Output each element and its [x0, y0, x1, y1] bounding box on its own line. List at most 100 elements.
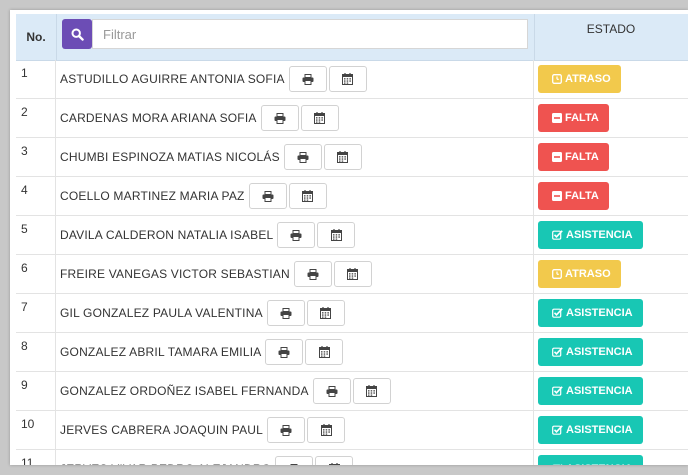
student-cell: ASTUDILLO AGUIRRE ANTONIA SOFIA	[56, 60, 534, 98]
status-badge-asistencia[interactable]: ASISTENCIA	[538, 338, 643, 366]
status-badge-atraso[interactable]: ATRASO	[538, 65, 621, 93]
calendar-button[interactable]	[315, 456, 354, 465]
calendar-button[interactable]	[300, 105, 339, 131]
print-button[interactable]	[283, 144, 322, 170]
row-number: 10	[16, 411, 56, 449]
status-label: ASISTENCIA	[566, 346, 633, 358]
student-cell: COELLO MARTINEZ MARIA PAZ	[56, 177, 534, 215]
calendar-icon	[302, 190, 314, 202]
print-button[interactable]	[266, 300, 305, 326]
calendar-button[interactable]	[288, 183, 327, 209]
calendar-icon	[366, 385, 378, 397]
print-button[interactable]	[293, 261, 332, 287]
student-name: COELLO MARTINEZ MARIA PAZ	[60, 189, 245, 203]
status-label: ASISTENCIA	[566, 307, 633, 319]
calendar-button[interactable]	[307, 417, 346, 443]
status-cell: ATRASO	[534, 60, 688, 98]
table-row: 5 DAVILA CALDERON NATALIA ISABEL ASISTENCI…	[16, 216, 688, 255]
student-name: ASTUDILLO AGUIRRE ANTONIA SOFIA	[60, 72, 285, 86]
calendar-button[interactable]	[305, 339, 344, 365]
student-name: JERVES CABRERA JOAQUIN PAUL	[60, 423, 264, 437]
row-number: 6	[16, 255, 56, 293]
clock-icon	[552, 74, 562, 84]
table-row: 9 GONZALEZ ORDOÑEZ ISABEL FERNANDA ASISTEN…	[16, 372, 688, 411]
status-cell: FALTA	[534, 99, 688, 137]
student-name: FREIRE VANEGAS VICTOR SEBASTIAN	[60, 267, 290, 281]
student-name: CHUMBI ESPINOZA MATIAS NICOLÁS	[60, 150, 280, 164]
calendar-icon	[318, 346, 330, 358]
status-label: ASISTENCIA	[566, 424, 633, 436]
status-label: ASISTENCIA	[566, 385, 633, 397]
row-number: 9	[16, 372, 56, 410]
calendar-button[interactable]	[323, 144, 362, 170]
status-badge-asistencia[interactable]: ASISTENCIA	[538, 416, 643, 444]
calendar-button[interactable]	[352, 378, 391, 404]
status-badge-asistencia[interactable]: ASISTENCIA	[538, 455, 643, 465]
student-cell: FREIRE VANEGAS VICTOR SEBASTIAN	[56, 255, 534, 293]
student-cell: CHUMBI ESPINOZA MATIAS NICOLÁS	[56, 138, 534, 176]
print-button[interactable]	[265, 339, 304, 365]
row-number: 5	[16, 216, 56, 254]
status-badge-asistencia[interactable]: ASISTENCIA	[538, 221, 643, 249]
status-label: ASISTENCIA	[566, 229, 633, 241]
status-badge-falta[interactable]: FALTA	[538, 182, 609, 210]
column-header-estado: ESTADO	[586, 22, 636, 36]
calendar-icon	[342, 73, 354, 85]
search-button[interactable]	[62, 19, 92, 49]
print-button[interactable]	[312, 378, 351, 404]
calendar-icon	[337, 151, 349, 163]
clock-icon	[552, 269, 562, 279]
status-badge-atraso[interactable]: ATRASO	[538, 260, 621, 288]
student-name: JERVES VIVAR PEDRO ALEJANDRO	[60, 462, 271, 465]
calendar-icon	[320, 307, 332, 319]
status-cell: ASISTENCIA	[534, 372, 688, 410]
status-badge-falta[interactable]: FALTA	[538, 104, 609, 132]
row-number: 11	[16, 450, 56, 465]
calendar-icon	[328, 463, 340, 465]
status-cell: ATRASO	[534, 255, 688, 293]
row-number: 4	[16, 177, 56, 215]
table-row: 7 GIL GONZALEZ PAULA VALENTINA ASISTENCIA	[16, 294, 688, 333]
student-cell: JERVES VIVAR PEDRO ALEJANDRO	[56, 450, 534, 465]
student-name: DAVILA CALDERON NATALIA ISABEL	[60, 228, 274, 242]
calendar-button[interactable]	[328, 66, 367, 92]
attendance-table: No. ESTADO 1 ASTUDILLO AGUIRRE ANTONIA SO…	[10, 10, 688, 465]
print-button[interactable]	[277, 222, 316, 248]
print-icon	[280, 307, 292, 319]
column-header-no: No.	[16, 14, 57, 60]
print-button[interactable]	[275, 456, 314, 465]
calendar-button[interactable]	[333, 261, 372, 287]
print-button[interactable]	[267, 417, 306, 443]
table-row: 6 FREIRE VANEGAS VICTOR SEBASTIAN ATRASO	[16, 255, 688, 294]
print-icon	[274, 112, 286, 124]
print-button[interactable]	[248, 183, 287, 209]
minus-square-icon	[552, 191, 562, 201]
print-button[interactable]	[260, 105, 299, 131]
table-header: No. ESTADO	[16, 14, 688, 61]
status-badge-asistencia[interactable]: ASISTENCIA	[538, 377, 643, 405]
search-input[interactable]	[92, 19, 528, 49]
status-badge-falta[interactable]: FALTA	[538, 143, 609, 171]
status-label: ATRASO	[565, 73, 611, 85]
status-cell: ASISTENCIA	[534, 333, 688, 371]
calendar-icon	[330, 229, 342, 241]
status-cell: ASISTENCIA	[534, 216, 688, 254]
status-cell: ASISTENCIA	[534, 450, 688, 465]
status-label: FALTA	[565, 190, 599, 202]
status-cell: FALTA	[534, 138, 688, 176]
status-badge-asistencia[interactable]: ASISTENCIA	[538, 299, 643, 327]
calendar-button[interactable]	[306, 300, 345, 326]
status-label: FALTA	[565, 112, 599, 124]
student-cell: DAVILA CALDERON NATALIA ISABEL	[56, 216, 534, 254]
status-cell: ASISTENCIA	[534, 294, 688, 332]
calendar-button[interactable]	[317, 222, 356, 248]
student-name: GONZALEZ ABRIL TAMARA EMILIA	[60, 345, 262, 359]
print-icon	[326, 385, 338, 397]
status-label: ATRASO	[565, 268, 611, 280]
table-row: 2 CARDENAS MORA ARIANA SOFIA FALTA	[16, 99, 688, 138]
calendar-icon	[347, 268, 359, 280]
print-button[interactable]	[288, 66, 327, 92]
table-row: 1 ASTUDILLO AGUIRRE ANTONIA SOFIA ATRASO	[16, 60, 688, 99]
student-cell: GONZALEZ ABRIL TAMARA EMILIA	[56, 333, 534, 371]
check-square-icon	[552, 386, 563, 396]
